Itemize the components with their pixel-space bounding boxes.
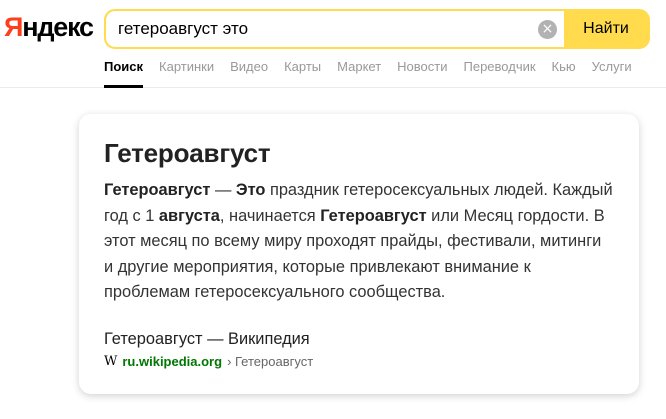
tab-images[interactable]: Картинки — [159, 58, 214, 88]
search-tabs: Поиск Картинки Видео Карты Маркет Новост… — [104, 58, 648, 88]
search-button[interactable]: Найти — [564, 11, 648, 47]
card-title: Гетероавгуст — [104, 138, 271, 168]
tab-news[interactable]: Новости — [397, 58, 447, 88]
tab-translator[interactable]: Переводчик — [464, 58, 536, 88]
tab-market[interactable]: Маркет — [337, 58, 381, 88]
tab-maps[interactable]: Карты — [284, 58, 321, 88]
header: Яндекс гетероавгуст это × Найти Поиск Ка… — [0, 0, 666, 88]
source-link[interactable]: Гетероавгуст — Википедия — [104, 330, 310, 349]
tab-video[interactable]: Видео — [230, 58, 268, 88]
tab-services[interactable]: Услуги — [592, 58, 632, 88]
card-description: Гетероавгуст — Это праздник гетеросексуа… — [104, 181, 613, 301]
yandex-logo[interactable]: Яндекс — [4, 12, 94, 43]
tab-search[interactable]: Поиск — [104, 58, 144, 88]
fact-card: Гетероавгуст Гетероавгуст — Это праздник… — [79, 114, 639, 394]
source-path[interactable]: › Гетероавгуст — [227, 354, 313, 369]
search-input[interactable]: гетероавгуст это — [106, 11, 564, 47]
source-domain[interactable]: ru.wikipedia.org — [122, 354, 222, 369]
wikipedia-icon: W — [104, 354, 118, 369]
source-url[interactable]: W ru.wikipedia.org › Гетероавгуст — [104, 354, 313, 369]
clear-icon[interactable]: × — [538, 20, 557, 39]
tab-q[interactable]: Кью — [552, 58, 576, 88]
search-box: гетероавгуст это × Найти — [104, 9, 650, 49]
